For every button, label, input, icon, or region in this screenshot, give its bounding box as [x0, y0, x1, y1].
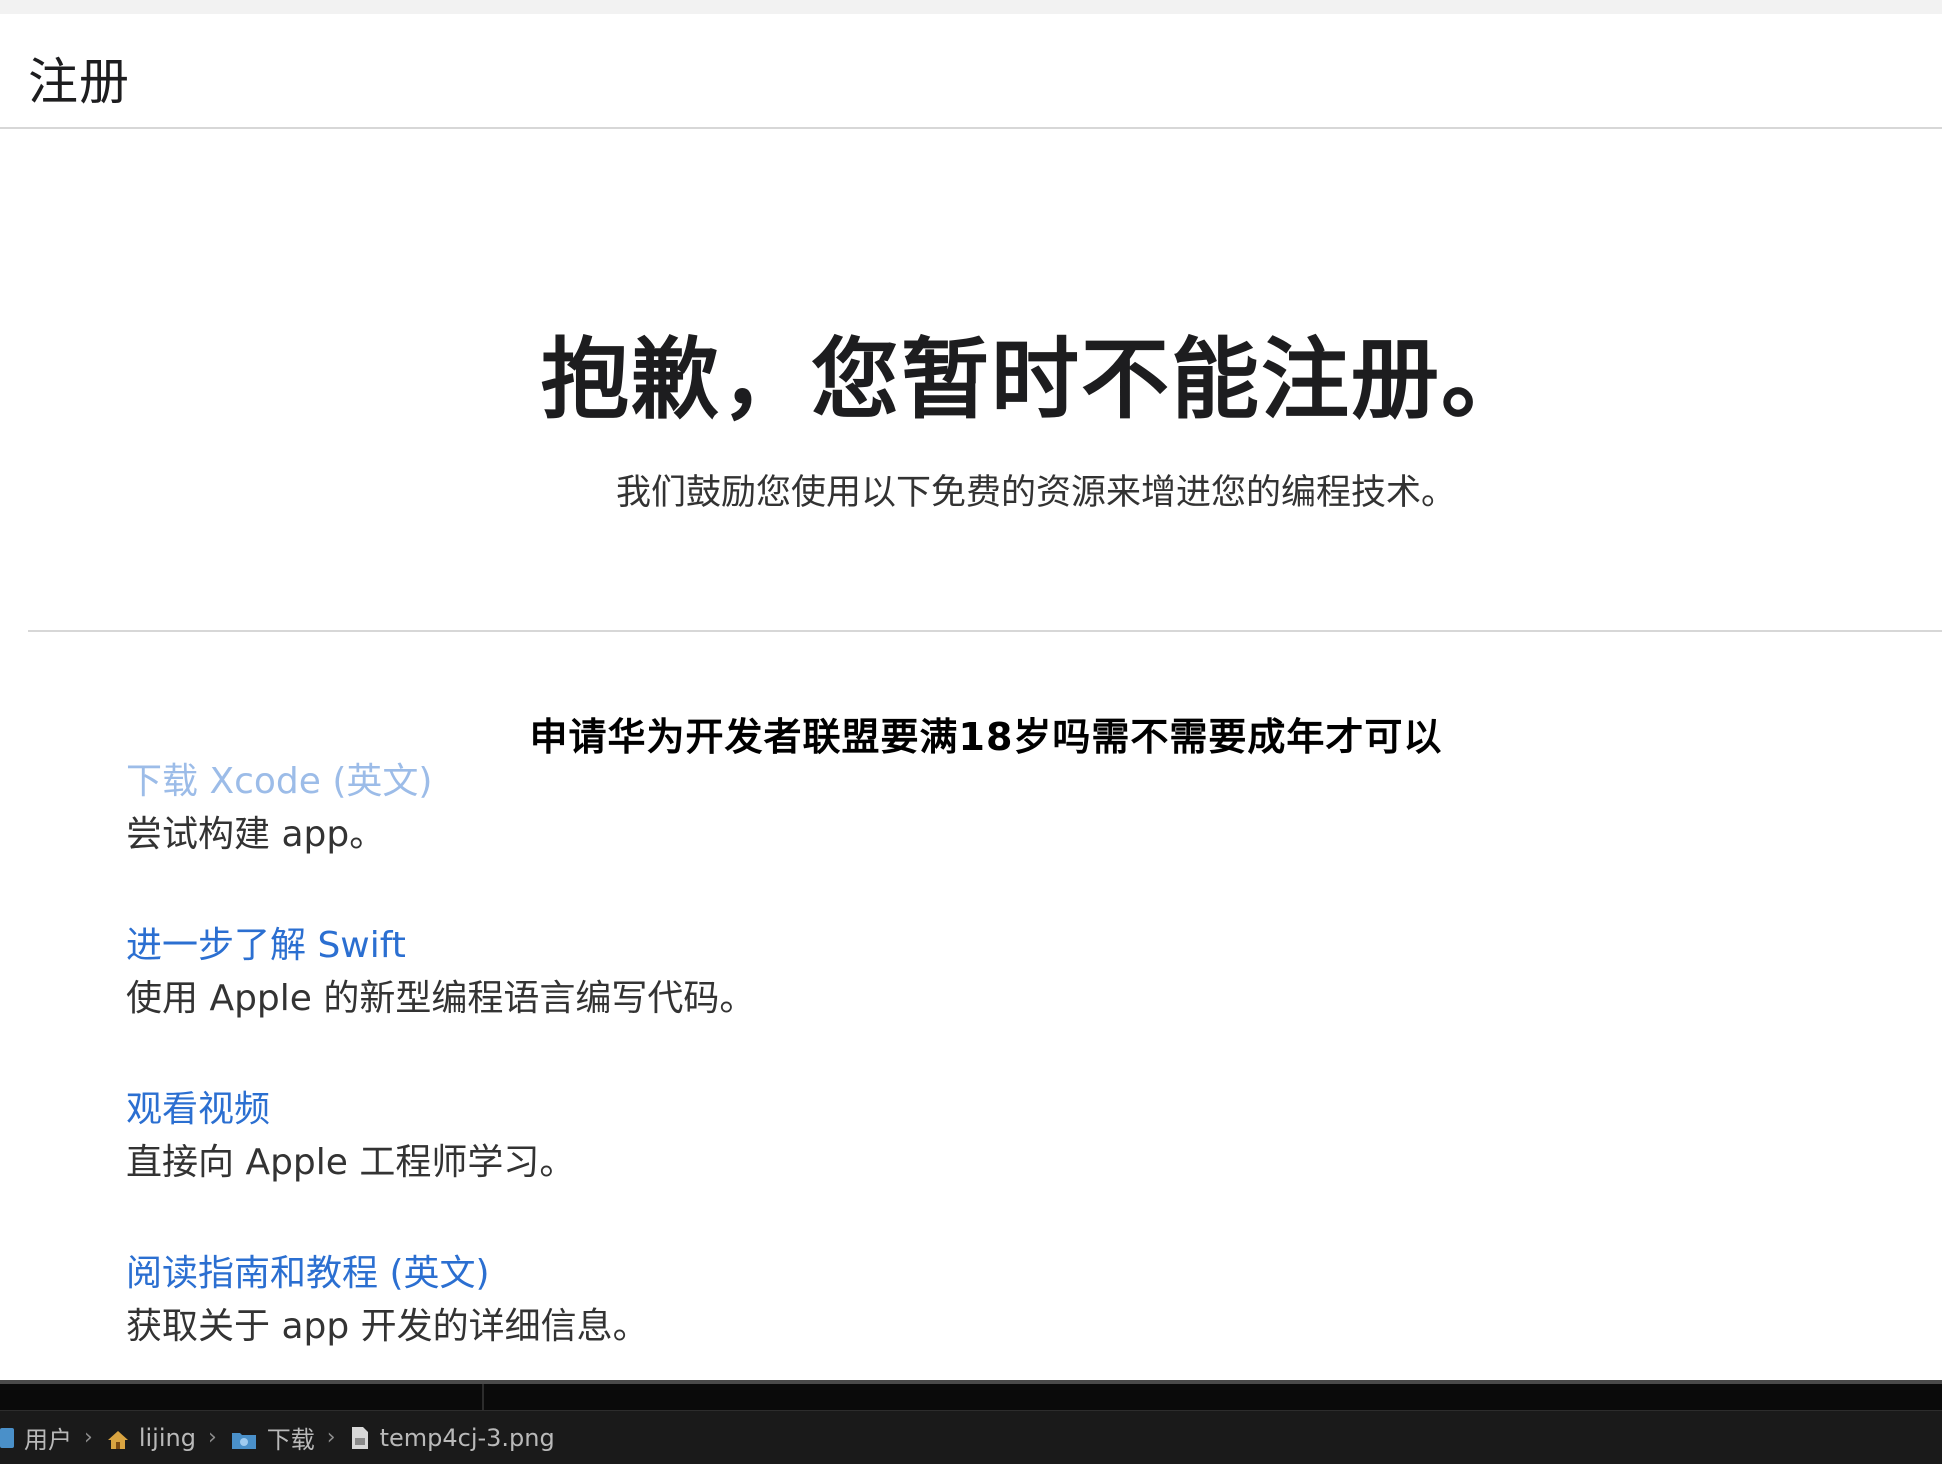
path-bar: 用户 › lijing › 下载 › temp4cj-3.png [0, 1410, 1942, 1464]
chevron-right-icon: › [326, 1425, 336, 1450]
overlay-caption: 申请华为开发者联盟要满18岁吗需不需要成年才可以 [529, 715, 1443, 759]
downloads-folder-icon [231, 1428, 257, 1449]
breadcrumb-item-users[interactable]: 用户 [0, 1420, 72, 1455]
breadcrumb-item-downloads[interactable]: 下载 [231, 1420, 315, 1455]
resource-description: 获取关于 app 开发的详细信息。 [126, 1306, 649, 1347]
hero-section: 抱歉，您暂时不能注册。 我们鼓励您使用以下免费的资源来增进您的编程技术。 [0, 330, 1942, 516]
page-header: 注册 [0, 14, 1942, 129]
home-icon [107, 1428, 129, 1449]
watch-videos-link[interactable]: 观看视频 [126, 1086, 1326, 1134]
resource-description: 使用 Apple 的新型编程语言编写代码。 [126, 978, 756, 1019]
breadcrumb-label: temp4cj-3.png [379, 1423, 555, 1452]
learn-swift-link[interactable]: 进一步了解 Swift [126, 922, 1326, 970]
breadcrumb-label: 下载 [266, 1426, 315, 1454]
resource-description: 尝试构建 app。 [126, 814, 386, 855]
pane-seam [482, 1384, 484, 1410]
section-divider [28, 630, 1942, 632]
resource-item-xcode: 下载 Xcode (英文) 尝试构建 app。 [126, 758, 1326, 922]
resource-list: 下载 Xcode (英文) 尝试构建 app。 进一步了解 Swift 使用 A… [126, 758, 1326, 1414]
image-file-icon [350, 1426, 370, 1450]
breadcrumb-item-home[interactable]: lijing [107, 1424, 196, 1452]
hero-title: 抱歉，您暂时不能注册。 [540, 328, 1531, 431]
read-guides-link[interactable]: 阅读指南和教程 (英文) [126, 1250, 1326, 1298]
resource-description: 直接向 Apple 工程师学习。 [126, 1142, 576, 1183]
download-xcode-link[interactable]: 下载 Xcode (英文) [126, 758, 1326, 806]
status-bar-top-edge [0, 1380, 1942, 1410]
chevron-right-icon: › [84, 1425, 93, 1450]
breadcrumb-label: lijing [138, 1423, 196, 1452]
chevron-right-icon: › [207, 1425, 217, 1450]
page-title: 注册 [28, 53, 130, 111]
resource-item-swift: 进一步了解 Swift 使用 Apple 的新型编程语言编写代码。 [126, 922, 1326, 1086]
hero-subtitle: 我们鼓励您使用以下免费的资源来增进您的编程技术。 [615, 473, 1456, 513]
window-top-strip [0, 0, 1942, 14]
breadcrumb-label: 用户 [24, 1426, 72, 1454]
breadcrumb-item-file[interactable]: temp4cj-3.png [350, 1424, 555, 1452]
folder-icon [0, 1427, 14, 1448]
resource-item-videos: 观看视频 直接向 Apple 工程师学习。 [126, 1086, 1326, 1250]
